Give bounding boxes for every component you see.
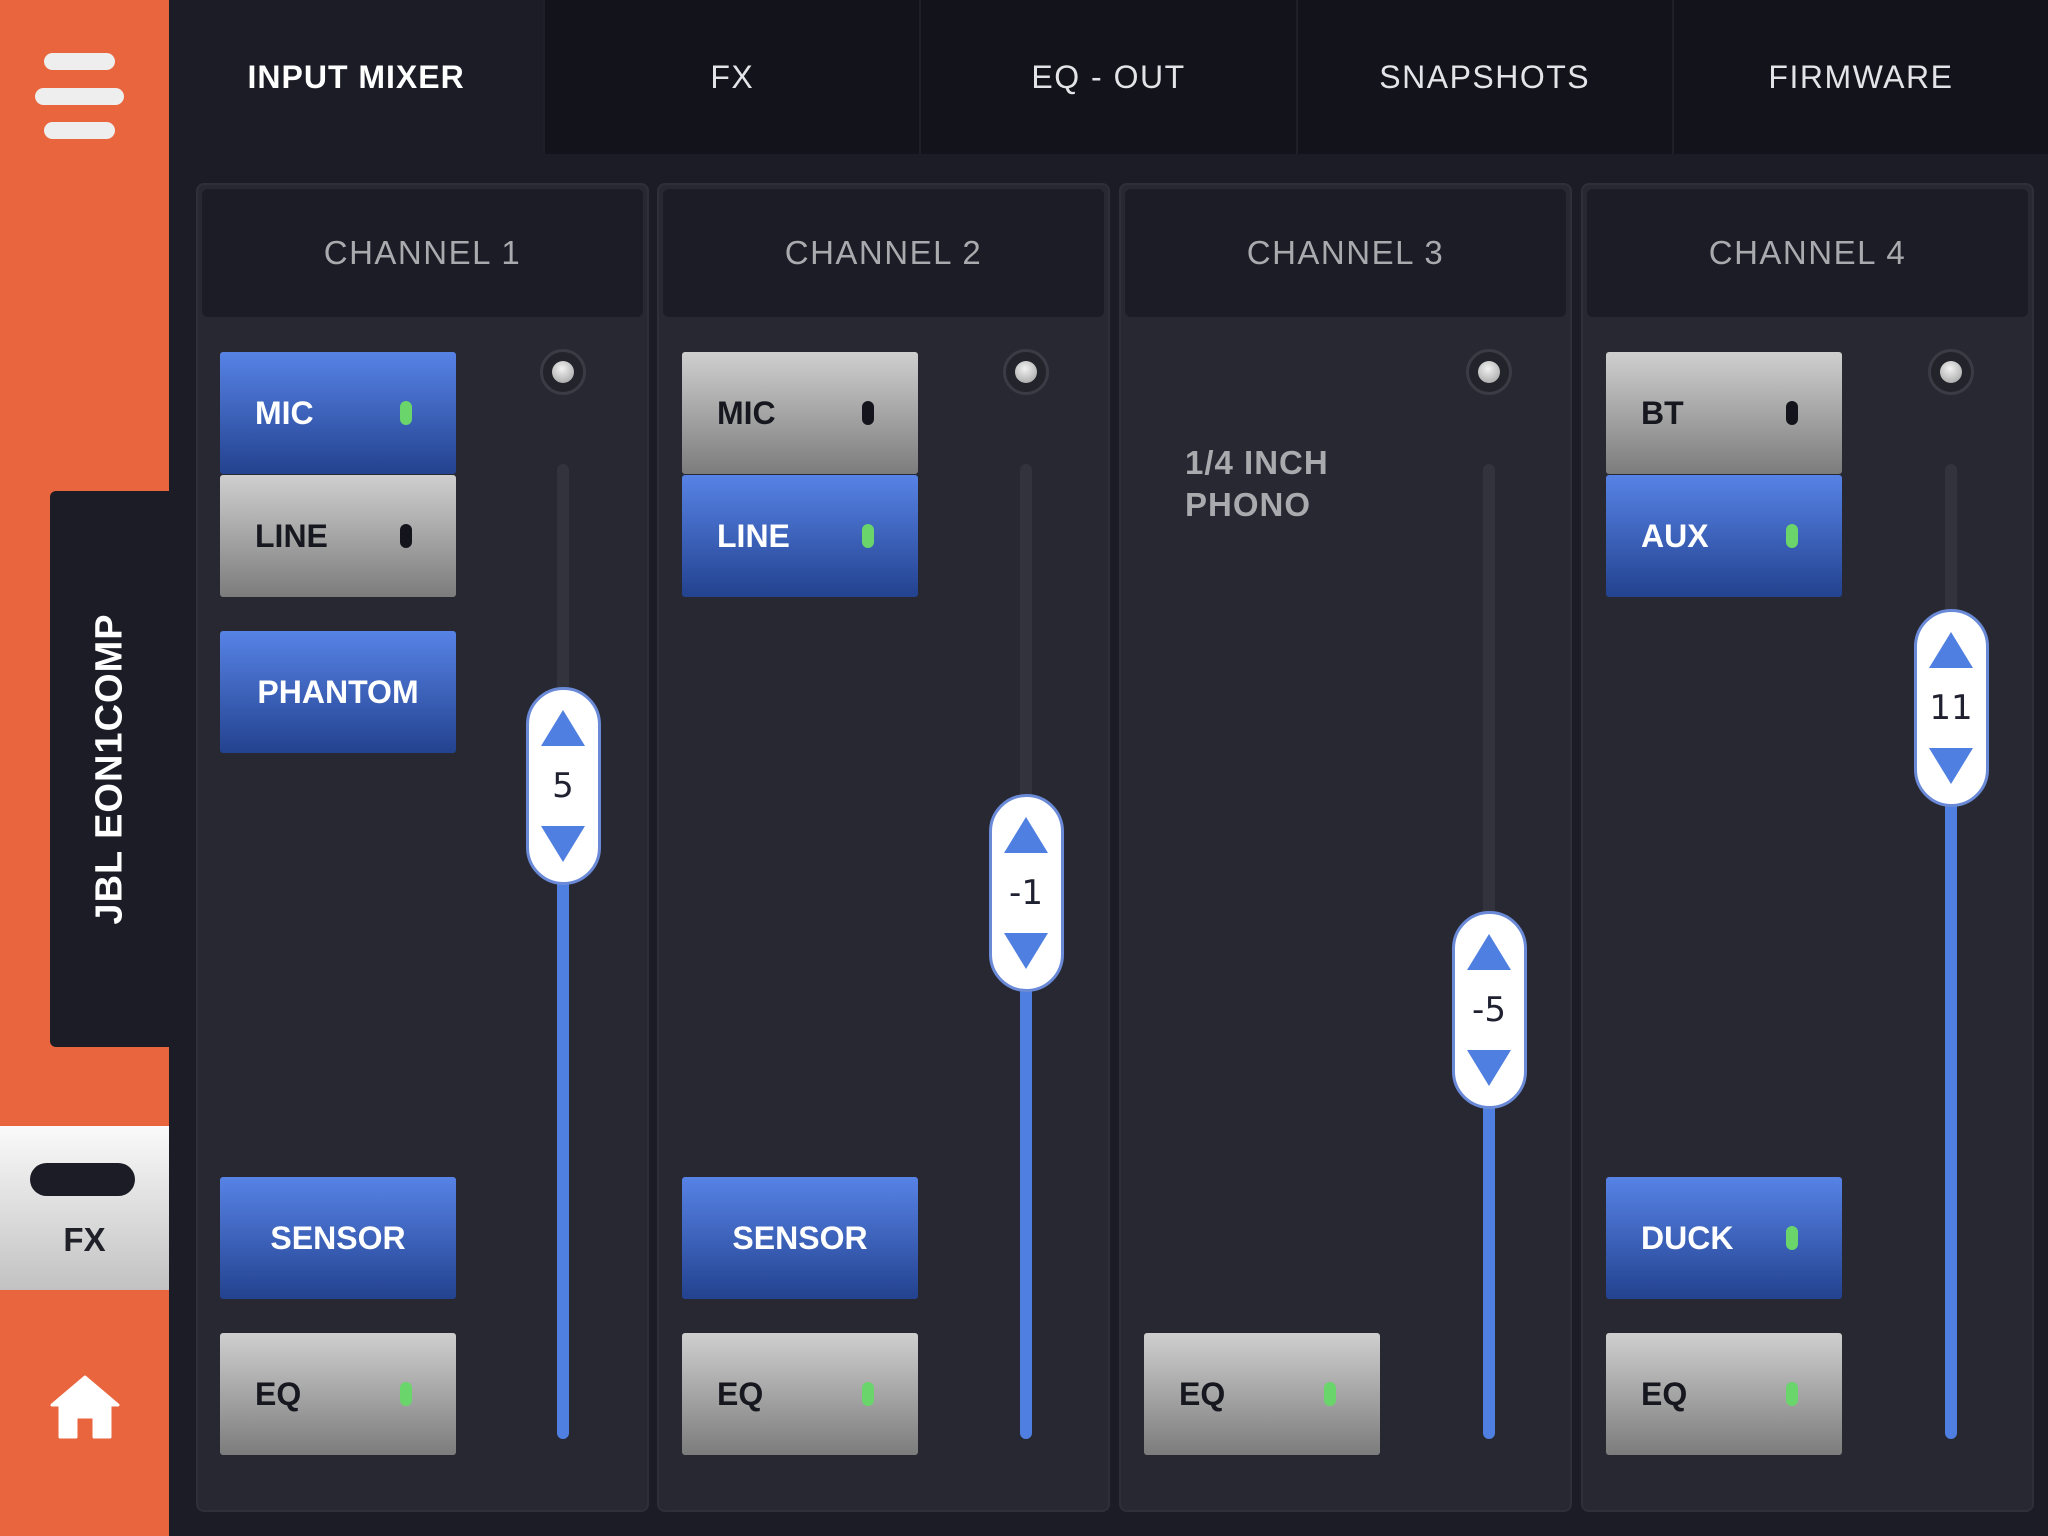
ch4-eq-led [1786, 1382, 1798, 1406]
ch2-line-label: LINE [717, 517, 790, 554]
fx-sidebar-button[interactable]: FX [0, 1126, 169, 1290]
ch2-fader-value: -1 [1009, 873, 1043, 913]
top-tab-bar: INPUT MIXER FX EQ - OUT SNAPSHOTS FIRMWA… [169, 0, 2048, 154]
channel-4-header: CHANNEL 4 [1587, 189, 2028, 317]
menu-line [35, 88, 124, 105]
channel-2-strip: CHANNEL 2 MIC LINE SENSOR EQ -1 [657, 183, 1110, 1512]
ch2-eq-label: EQ [717, 1375, 764, 1412]
hamburger-menu-icon[interactable] [30, 45, 140, 145]
ch4-aux-label: AUX [1641, 517, 1709, 554]
ch1-phantom-button[interactable]: PHANTOM [220, 631, 456, 753]
ch2-line-button[interactable]: LINE [682, 475, 918, 597]
ch2-fader-down-arrow-icon[interactable] [1004, 933, 1048, 969]
menu-line [44, 122, 115, 139]
channel-3-strip: CHANNEL 3 1/4 INCH PHONO EQ -5 [1119, 183, 1572, 1512]
ch3-fader-track[interactable]: -5 [1451, 464, 1527, 1439]
tab-fx[interactable]: FX [543, 0, 920, 154]
ch1-clip-indicator [540, 349, 586, 395]
channel-2-header: CHANNEL 2 [663, 189, 1104, 317]
ch2-sensor-button[interactable]: SENSOR [682, 1177, 918, 1299]
ch4-aux-led [1786, 524, 1798, 548]
channel-1-header: CHANNEL 1 [202, 189, 643, 317]
fx-indicator-pill [30, 1163, 135, 1196]
ch2-clip-indicator [1003, 349, 1049, 395]
ch1-line-label: LINE [255, 517, 328, 554]
ch3-fader-up-arrow-icon[interactable] [1467, 934, 1511, 970]
fx-sidebar-label: FX [63, 1221, 106, 1258]
ch4-aux-button[interactable]: AUX [1606, 475, 1842, 597]
ch1-mic-led [400, 401, 412, 425]
ch1-fader-up-arrow-icon[interactable] [541, 709, 585, 746]
ch4-eq-label: EQ [1641, 1375, 1688, 1412]
home-icon[interactable] [50, 1375, 120, 1440]
ch4-fader-value: 11 [1929, 687, 1973, 728]
ch4-eq-button[interactable]: EQ [1606, 1333, 1842, 1455]
ch3-input-label-line1: 1/4 INCH [1185, 444, 1329, 481]
ch2-mic-label: MIC [717, 394, 776, 431]
ch1-fader-track[interactable]: 5 [525, 464, 601, 1439]
ch4-duck-button[interactable]: DUCK [1606, 1177, 1842, 1299]
channel-4-strip: CHANNEL 4 BT AUX DUCK EQ 11 [1581, 183, 2034, 1512]
ch2-eq-button[interactable]: EQ [682, 1333, 918, 1455]
ch1-mic-label: MIC [255, 394, 314, 431]
device-tab[interactable]: JBL EON1COMP [50, 491, 169, 1047]
tab-snapshots[interactable]: SNAPSHOTS [1295, 0, 1672, 154]
ch1-phantom-label: PHANTOM [257, 673, 419, 710]
ch3-fader-down-arrow-icon[interactable] [1467, 1050, 1511, 1086]
ch2-mic-button[interactable]: MIC [682, 352, 918, 474]
ch4-duck-led [1786, 1226, 1798, 1250]
ch2-fader-track[interactable]: -1 [988, 464, 1064, 1439]
ch1-sensor-label: SENSOR [270, 1219, 406, 1256]
ch1-eq-button[interactable]: EQ [220, 1333, 456, 1455]
ch1-line-led [400, 524, 412, 548]
tab-input-mixer[interactable]: INPUT MIXER [169, 0, 544, 154]
ch3-input-label-line2: PHONO [1185, 486, 1312, 523]
ch1-eq-label: EQ [255, 1375, 302, 1412]
ch1-fader-value: 5 [552, 765, 574, 806]
ch2-eq-led [862, 1382, 874, 1406]
ch1-mic-button[interactable]: MIC [220, 352, 456, 474]
ch2-fader-up-arrow-icon[interactable] [1004, 817, 1048, 853]
channel-3-header: CHANNEL 3 [1125, 189, 1566, 317]
ch4-clip-indicator [1928, 349, 1974, 395]
ch3-input-label: 1/4 INCH PHONO [1185, 442, 1329, 526]
ch3-eq-label: EQ [1179, 1375, 1226, 1412]
ch1-eq-led [400, 1382, 412, 1406]
ch4-fader-knob[interactable]: 11 [1913, 608, 1989, 807]
ch2-sensor-label: SENSOR [732, 1219, 868, 1256]
ch4-bt-button[interactable]: BT [1606, 352, 1842, 474]
ch4-fader-up-arrow-icon[interactable] [1929, 631, 1973, 668]
menu-line [44, 53, 115, 70]
ch1-fader-knob[interactable]: 5 [525, 686, 601, 885]
device-name: JBL EON1COMP [88, 613, 130, 925]
ch4-duck-label: DUCK [1641, 1219, 1734, 1256]
ch2-fader-knob[interactable]: -1 [988, 794, 1064, 992]
ch4-bt-led [1786, 401, 1798, 425]
ch4-bt-label: BT [1641, 394, 1684, 431]
channel-1-strip: CHANNEL 1 MIC LINE PHANTOM SENSOR EQ 5 [196, 183, 649, 1512]
tab-firmware[interactable]: FIRMWARE [1671, 0, 2048, 154]
ch1-sensor-button[interactable]: SENSOR [220, 1177, 456, 1299]
ch3-eq-button[interactable]: EQ [1144, 1333, 1380, 1455]
ch3-fader-knob[interactable]: -5 [1451, 911, 1527, 1109]
ch3-fader-value: -5 [1472, 990, 1506, 1030]
sidebar: JBL EON1COMP FX [0, 0, 169, 1536]
home-icon-svg [50, 1375, 120, 1439]
ch2-mic-led [862, 401, 874, 425]
tab-eq-out[interactable]: EQ - OUT [919, 0, 1296, 154]
ch3-clip-indicator [1466, 349, 1512, 395]
ch3-eq-led [1324, 1382, 1336, 1406]
ch1-line-button[interactable]: LINE [220, 475, 456, 597]
ch4-fader-fill [1945, 707, 1957, 1439]
ch1-fader-down-arrow-icon[interactable] [541, 825, 585, 862]
ch4-fader-track[interactable]: 11 [1913, 464, 1989, 1439]
ch4-fader-down-arrow-icon[interactable] [1929, 747, 1973, 784]
ch2-line-led [862, 524, 874, 548]
